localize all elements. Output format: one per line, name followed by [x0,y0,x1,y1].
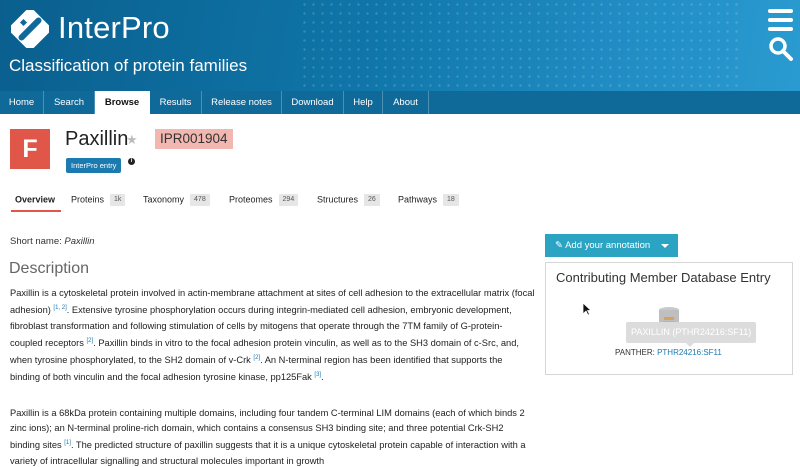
tab-proteomes[interactable]: Proteomes 294 [229,188,299,213]
pencil-icon: ✎ [555,240,563,251]
panel-title: Contributing Member Database Entry [556,270,771,285]
entry-type-button[interactable]: InterPro entry [66,158,122,173]
citation-link[interactable]: [1, 2] [53,305,66,311]
nav-results[interactable]: Results [150,91,202,114]
brand-name[interactable]: InterPro [58,10,170,46]
tab-label: Proteins [71,194,105,205]
add-annotation-label: Add your annotation [565,240,651,251]
tab-count: 478 [190,193,210,206]
member-accession-link[interactable]: PTHR24216:SF11 [657,348,722,357]
paragraph-text: . [321,372,324,383]
interpro-logo-icon[interactable] [11,10,49,48]
citation-link[interactable]: [1] [64,440,71,446]
main-nav: Home Search Browse Results Release notes… [0,91,800,114]
info-icon[interactable]: i [128,158,135,165]
tab-taxonomy[interactable]: Taxonomy 478 [143,188,210,213]
nav-download[interactable]: Download [282,91,344,114]
tab-label: Taxonomy [143,194,185,205]
site-tagline: Classification of protein families [9,56,248,75]
nav-home[interactable]: Home [0,91,44,114]
nav-browse[interactable]: Browse [95,91,150,114]
tab-label: Proteomes [229,194,273,205]
search-icon[interactable] [768,36,794,62]
paragraph-text: . The predicted structure of paxillin su… [10,440,526,466]
short-name-value: Paxillin [64,236,95,247]
tab-count: 1k [110,193,126,206]
family-type-badge: F [10,129,50,169]
site-header: InterPro Classification of protein famil… [0,0,800,91]
member-database-panel: Contributing Member Database Entry PAXIL… [545,262,793,375]
description-heading: Description [9,260,90,277]
member-db-entry: PANTHER: PTHR24216:SF11 [615,348,722,357]
tab-label: Pathways [398,194,438,205]
entry-accession: IPR001904 [155,129,233,149]
description-paragraph: Paxillin is a 68kDa protein containing m… [10,406,535,467]
nav-about[interactable]: About [383,91,429,114]
description-paragraph: Paxillin is a cytoskeletal protein invol… [10,286,535,386]
tab-proteins[interactable]: Proteins 1k [71,188,126,213]
add-annotation-button[interactable]: ✎ Add your annotation [545,234,678,257]
tab-count: 26 [364,193,380,206]
hamburger-menu-icon[interactable] [768,9,793,31]
tab-count: 18 [443,193,459,206]
tab-pathways[interactable]: Pathways 18 [398,188,459,213]
entry-name: Paxillin [65,128,129,150]
nav-help[interactable]: Help [344,91,383,114]
member-tooltip: PAXILLIN (PTHR24216:SF11) [626,322,757,347]
nav-search[interactable]: Search [44,91,95,114]
star-icon[interactable]: ★ [126,132,138,148]
caret-down-icon [661,244,669,248]
tab-count: 294 [278,193,299,206]
nav-release-notes[interactable]: Release notes [202,91,282,114]
tab-label: Overview [15,194,56,205]
header-pattern [300,0,740,91]
mouse-cursor-icon [582,302,592,316]
tab-label: Structures [317,194,359,205]
tab-structures[interactable]: Structures 26 [317,188,380,213]
active-tab-indicator [11,210,61,212]
member-db-name: PANTHER: [615,348,658,357]
short-name: Short name: Paxillin [10,236,95,247]
short-name-label: Short name: [10,236,65,247]
entry-tabs: Overview Proteins 1k Taxonomy 478 Proteome… [0,188,800,215]
